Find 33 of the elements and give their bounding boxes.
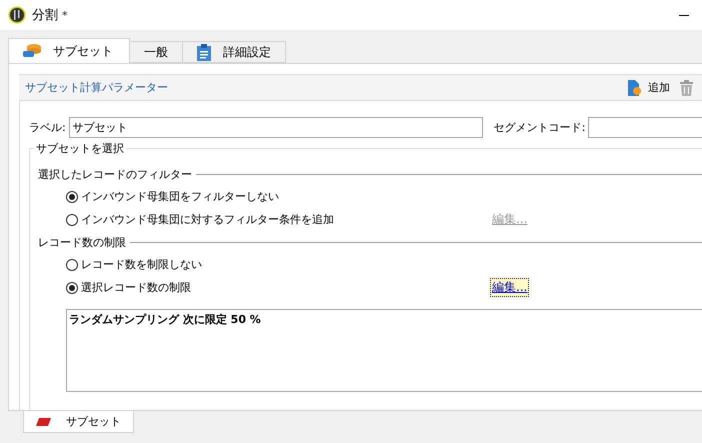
parallelogram-icon [36, 416, 52, 426]
database-icon [23, 43, 41, 59]
summary-box: ランダムサンプリング 次に限定 50 % [66, 309, 702, 392]
tab[interactable]: サブセット [23, 411, 134, 433]
window-title: 分割 [32, 7, 58, 24]
radio-option[interactable]: インバウンド母集団をフィルターしない [66, 189, 490, 204]
edit-link[interactable]: 編集... [490, 278, 530, 297]
add-button[interactable]: 追加 [628, 80, 670, 96]
minimize-icon[interactable] [679, 14, 689, 16]
radio-icon[interactable] [66, 214, 78, 226]
group-title: サブセットを選択 [34, 141, 126, 156]
app-logo-icon [8, 6, 26, 24]
modified-mark: * [62, 8, 68, 22]
input-field[interactable]: サブセット [68, 116, 483, 138]
radio-option[interactable]: 選択レコード数の制限 [66, 280, 490, 295]
section-label: 選択したレコードのフィルター [38, 166, 192, 182]
input-field[interactable] [588, 116, 702, 138]
radio-icon[interactable] [66, 258, 78, 270]
tab[interactable]: 一般 [129, 41, 183, 63]
tab[interactable]: 詳細設定 [182, 41, 286, 63]
section-title: サブセット計算パラメーター [25, 80, 168, 95]
trash-icon [680, 80, 693, 96]
add-document-icon [628, 80, 642, 96]
delete-button[interactable] [680, 80, 693, 96]
section-label: レコード数の制限 [38, 234, 126, 250]
radio-option[interactable]: インバウンド母集団に対するフィルター条件を追加 [66, 212, 490, 227]
radio-option[interactable]: レコード数を制限しない [66, 257, 490, 272]
field-label: ラベル: [29, 120, 66, 134]
field-label: セグメントコード: [494, 120, 586, 134]
clipboard-icon [197, 44, 211, 60]
radio-icon[interactable] [66, 282, 78, 294]
tab[interactable]: サブセット [8, 38, 130, 63]
radio-icon[interactable] [66, 190, 78, 202]
